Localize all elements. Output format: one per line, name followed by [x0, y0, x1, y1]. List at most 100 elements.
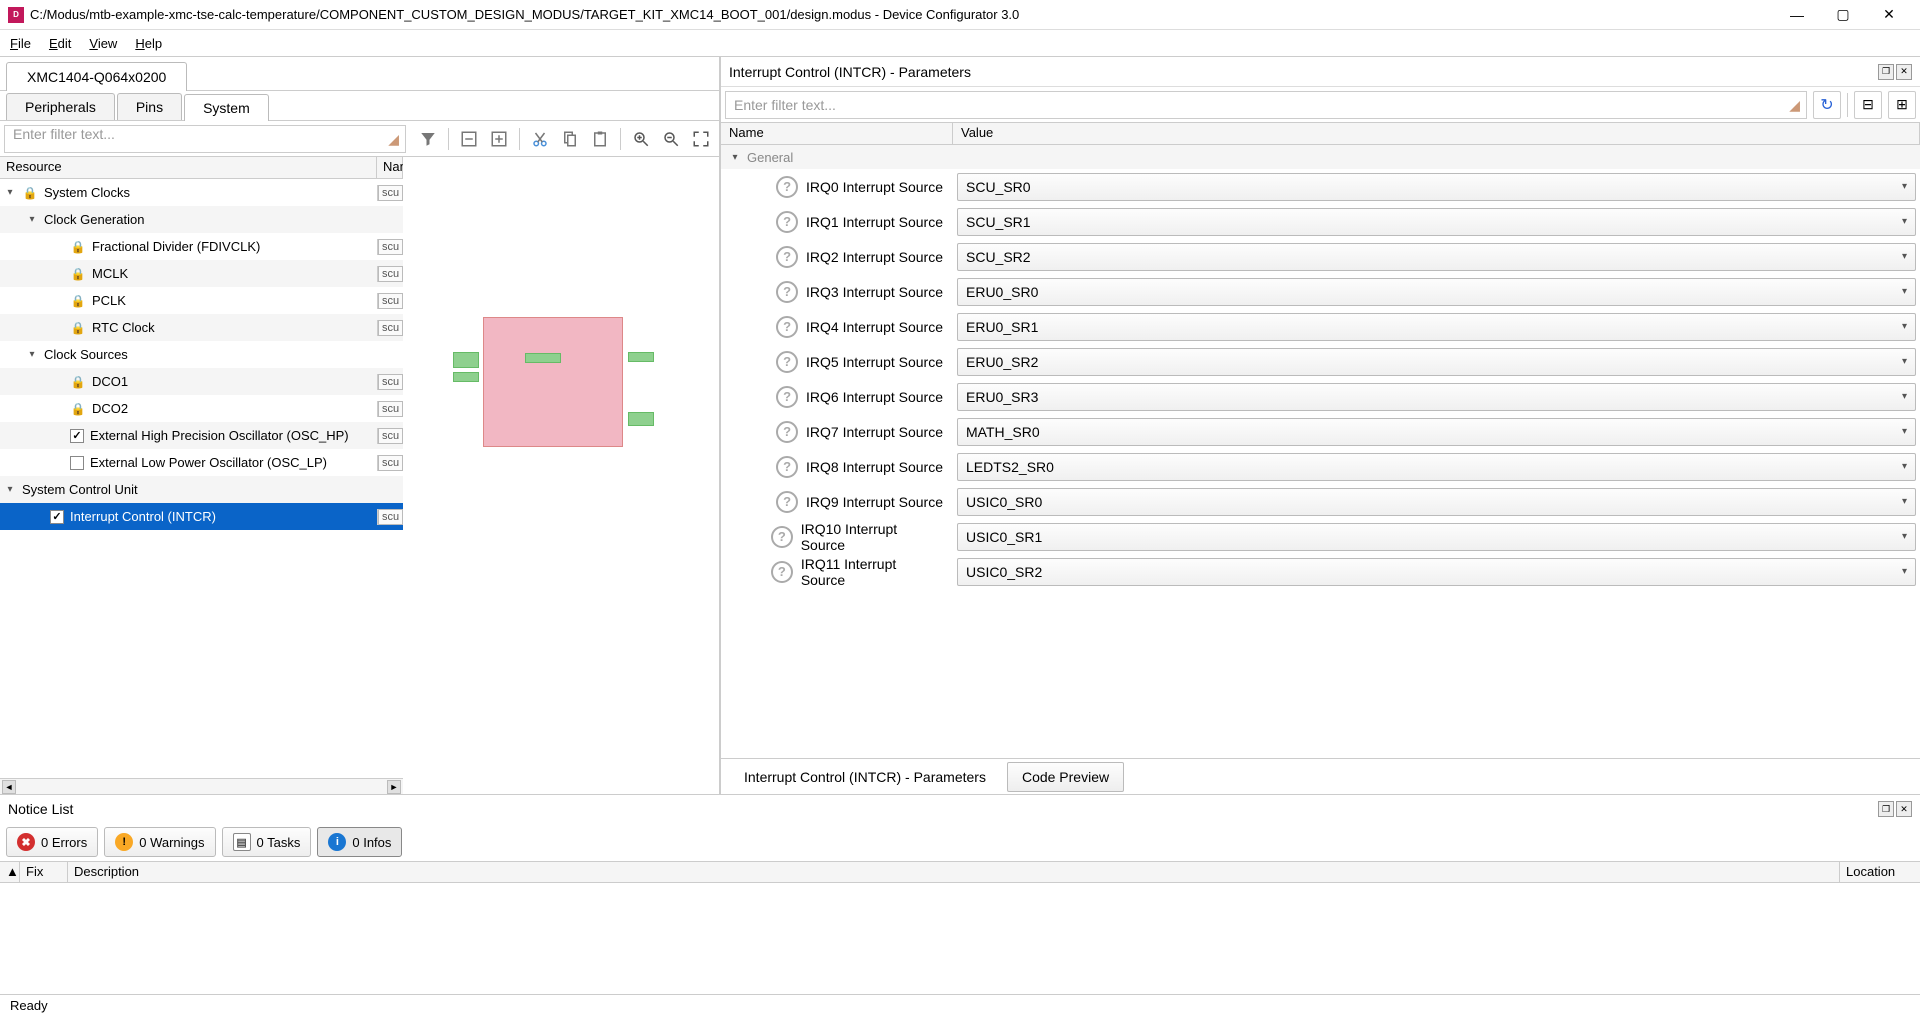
scroll-right-icon[interactable]: ► [387, 780, 401, 794]
tree-body[interactable]: ▾🔒System Clocks scu ▾Clock Generation 🔒F… [0, 179, 403, 778]
tab-pins[interactable]: Pins [117, 93, 182, 120]
tree-row-intcr[interactable]: Interrupt Control (INTCR) scu [0, 503, 403, 530]
param-value-combo[interactable]: USIC0_SR1 [957, 523, 1916, 551]
menu-file[interactable]: File [10, 36, 31, 51]
help-icon[interactable]: ? [771, 526, 793, 548]
infos-button[interactable]: i0 Infos [317, 827, 402, 857]
menu-edit[interactable]: Edit [49, 36, 71, 51]
expand-all-icon[interactable]: ⊞ [1888, 91, 1916, 119]
chevron-down-icon[interactable]: ▾ [26, 214, 38, 225]
tree-row-osc-hp[interactable]: External High Precision Oscillator (OSC_… [0, 422, 403, 449]
tree-row-dco2[interactable]: 🔒DCO2 scu [0, 395, 403, 422]
eraser-icon[interactable]: ◢ [1789, 97, 1800, 114]
header-name[interactable]: Nam [377, 157, 403, 178]
chevron-down-icon[interactable]: ▾ [26, 349, 38, 360]
help-icon[interactable]: ? [776, 456, 798, 478]
help-icon[interactable]: ? [776, 351, 798, 373]
expand-all-icon[interactable] [487, 127, 511, 151]
paste-icon[interactable] [588, 127, 612, 151]
chevron-down-icon[interactable]: ▾ [729, 152, 741, 163]
header-location[interactable]: Location [1840, 862, 1920, 882]
help-icon[interactable]: ? [776, 246, 798, 268]
tree-row-dco1[interactable]: 🔒DCO1 scu [0, 368, 403, 395]
device-tab[interactable]: XMC1404-Q064x0200 [6, 62, 187, 91]
close-panel-icon[interactable]: ✕ [1896, 64, 1912, 80]
param-body[interactable]: ▾ General ?IRQ0 Interrupt SourceSCU_SR0?… [721, 145, 1920, 758]
checkbox[interactable] [70, 456, 84, 470]
header-description[interactable]: Description [68, 862, 1840, 882]
close-button[interactable]: ✕ [1866, 0, 1912, 30]
menu-view[interactable]: View [89, 36, 117, 51]
param-filter-input[interactable]: ◢ [725, 91, 1807, 119]
chevron-down-icon[interactable]: ▾ [4, 484, 16, 495]
tree-row-rtc[interactable]: 🔒RTC Clock scu [0, 314, 403, 341]
zoom-in-icon[interactable] [629, 127, 653, 151]
restore-icon[interactable]: ❐ [1878, 64, 1894, 80]
maximize-button[interactable]: ▢ [1820, 0, 1866, 30]
help-icon[interactable]: ? [776, 176, 798, 198]
copy-icon[interactable] [558, 127, 582, 151]
eraser-icon[interactable]: ◢ [388, 131, 399, 148]
filter-icon[interactable] [416, 127, 440, 151]
checkbox[interactable] [70, 429, 84, 443]
tree-row-system-clocks[interactable]: ▾🔒System Clocks scu [0, 179, 403, 206]
tree-row-osc-lp[interactable]: External Low Power Oscillator (OSC_LP) s… [0, 449, 403, 476]
zoom-fit-icon[interactable] [689, 127, 713, 151]
param-value-combo[interactable]: LEDTS2_SR0 [957, 453, 1916, 481]
refresh-icon[interactable]: ↻ [1813, 91, 1841, 119]
param-value-combo[interactable]: SCU_SR0 [957, 173, 1916, 201]
header-value[interactable]: Value [953, 123, 1920, 144]
tree-row-clock-sources[interactable]: ▾Clock Sources [0, 341, 403, 368]
tree-row-pclk[interactable]: 🔒PCLK scu [0, 287, 403, 314]
warnings-button[interactable]: !0 Warnings [104, 827, 215, 857]
param-value-combo[interactable]: ERU0_SR3 [957, 383, 1916, 411]
cut-icon[interactable] [528, 127, 552, 151]
left-filter-text[interactable] [13, 126, 377, 142]
tree-row-scu[interactable]: ▾System Control Unit [0, 476, 403, 503]
minimize-button[interactable]: — [1774, 0, 1820, 30]
help-icon[interactable]: ? [771, 561, 793, 583]
help-icon[interactable]: ? [776, 421, 798, 443]
header-sort[interactable]: ▲ [0, 862, 20, 882]
param-value-combo[interactable]: USIC0_SR0 [957, 488, 1916, 516]
notice-body[interactable] [0, 883, 1920, 994]
param-value-combo[interactable]: ERU0_SR2 [957, 348, 1916, 376]
checkbox[interactable] [50, 510, 64, 524]
help-icon[interactable]: ? [776, 316, 798, 338]
tree-row-mclk[interactable]: 🔒MCLK scu [0, 260, 403, 287]
param-value-combo[interactable]: ERU0_SR0 [957, 278, 1916, 306]
param-value-combo[interactable]: USIC0_SR2 [957, 558, 1916, 586]
header-fix[interactable]: Fix [20, 862, 68, 882]
help-icon[interactable]: ? [776, 386, 798, 408]
errors-button[interactable]: ✖0 Errors [6, 827, 98, 857]
param-value-combo[interactable]: MATH_SR0 [957, 418, 1916, 446]
tree-row-clock-generation[interactable]: ▾Clock Generation [0, 206, 403, 233]
tab-peripherals[interactable]: Peripherals [6, 93, 115, 120]
param-value-combo[interactable]: ERU0_SR1 [957, 313, 1916, 341]
help-icon[interactable]: ? [776, 281, 798, 303]
chevron-down-icon[interactable]: ▾ [4, 187, 16, 198]
tree-hscroll[interactable]: ◄ ► [0, 778, 403, 794]
tab-system[interactable]: System [184, 94, 269, 121]
tasks-button[interactable]: ▤0 Tasks [222, 827, 312, 857]
left-filter-input[interactable]: ◢ [4, 125, 406, 153]
param-value-combo[interactable]: SCU_SR2 [957, 243, 1916, 271]
close-panel-icon[interactable]: ✕ [1896, 801, 1912, 817]
tab-parameters[interactable]: Interrupt Control (INTCR) - Parameters [729, 762, 1001, 792]
restore-icon[interactable]: ❐ [1878, 801, 1894, 817]
param-value-combo[interactable]: SCU_SR1 [957, 208, 1916, 236]
param-group-general[interactable]: ▾ General [721, 145, 1920, 169]
clock-diagram[interactable] [403, 157, 719, 794]
header-resource[interactable]: Resource [0, 157, 377, 178]
param-filter-text[interactable] [734, 92, 1778, 118]
collapse-all-icon[interactable]: ⊟ [1854, 91, 1882, 119]
header-name[interactable]: Name [721, 123, 953, 144]
collapse-all-icon[interactable] [457, 127, 481, 151]
menu-help[interactable]: Help [135, 36, 162, 51]
scroll-left-icon[interactable]: ◄ [2, 780, 16, 794]
tab-code-preview[interactable]: Code Preview [1007, 762, 1124, 792]
help-icon[interactable]: ? [776, 211, 798, 233]
zoom-out-icon[interactable] [659, 127, 683, 151]
help-icon[interactable]: ? [776, 491, 798, 513]
tree-row-fdivclk[interactable]: 🔒Fractional Divider (FDIVCLK) scu [0, 233, 403, 260]
